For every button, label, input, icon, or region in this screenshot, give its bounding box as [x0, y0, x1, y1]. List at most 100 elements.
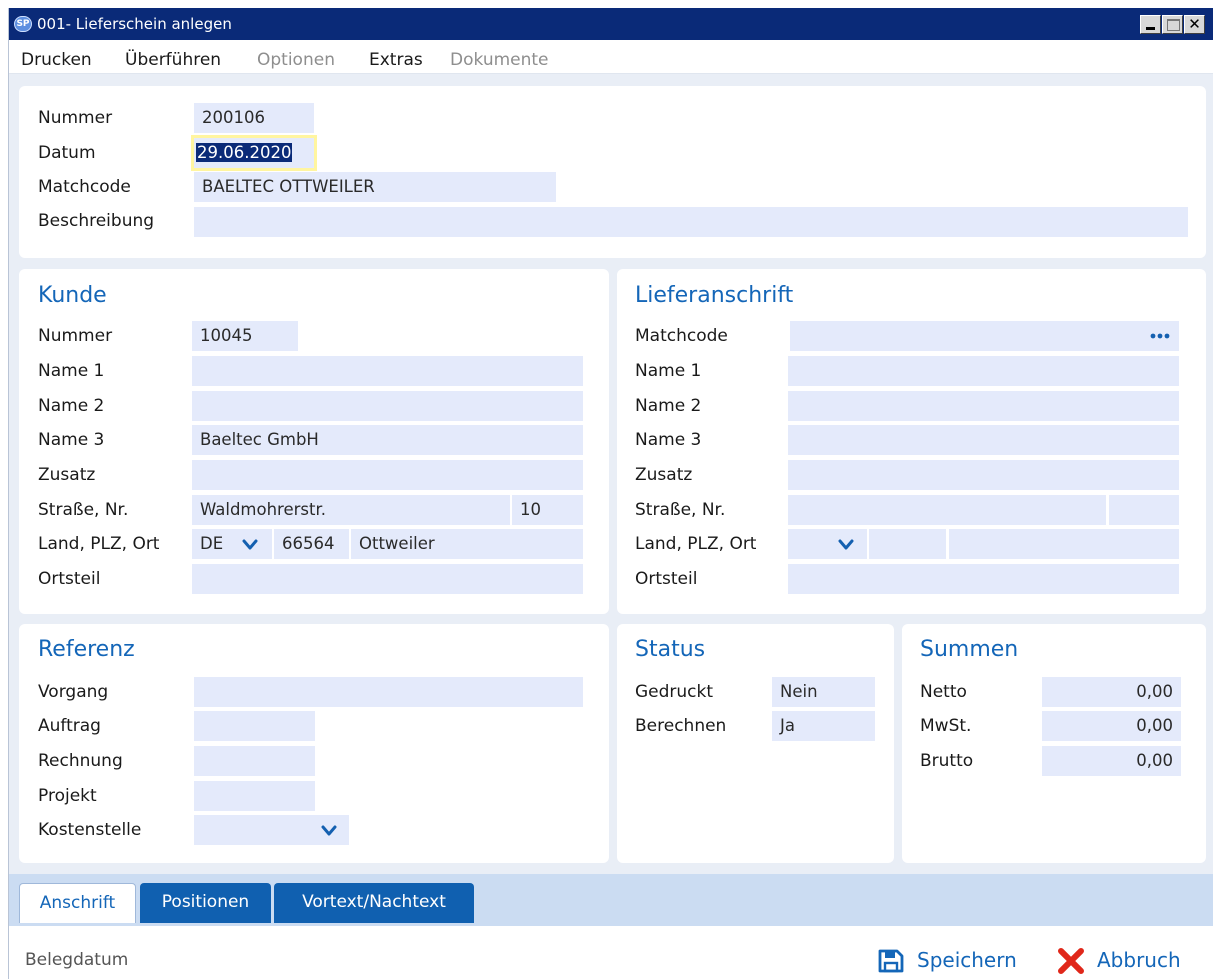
lief-zusatz-input[interactable]	[788, 460, 1179, 490]
lief-name2-label: Name 2	[635, 396, 702, 416]
matchcode-label: Matchcode	[38, 177, 131, 197]
gedruckt-label: Gedruckt	[635, 682, 714, 702]
save-label: Speichern	[917, 948, 1017, 972]
kostenstelle-select[interactable]	[194, 815, 349, 845]
kunde-nummer-field[interactable]: 10045	[192, 321, 298, 351]
kunde-plz-input[interactable]: 66564	[274, 529, 349, 559]
referenz-panel: Referenz Vorgang Auftrag Rechnung Projek…	[19, 624, 609, 863]
more-dots-icon[interactable]	[1149, 327, 1171, 341]
referenz-title: Referenz	[38, 637, 135, 662]
close-icon: ✕	[1188, 15, 1201, 33]
berechnen-label: Berechnen	[635, 716, 727, 736]
close-window-button[interactable]: ✕	[1184, 15, 1205, 34]
main-window: SP 001- Lieferschein anlegen ✕ Drucken Ü…	[8, 8, 1213, 979]
lief-name3-label: Name 3	[635, 430, 702, 450]
header-panel: Nummer 200106 Datum 29.06.2020 Matchcode…	[19, 86, 1206, 258]
kunde-ortsteil-label: Ortsteil	[38, 569, 101, 589]
minimize-button[interactable]	[1140, 15, 1161, 34]
lief-land-select[interactable]	[788, 529, 867, 559]
mwst-label: MwSt.	[920, 716, 972, 736]
lief-name3-input[interactable]	[788, 425, 1179, 455]
matchcode-input[interactable]: BAELTEC OTTWEILER	[194, 172, 556, 202]
lief-ort-input[interactable]	[949, 529, 1179, 559]
brutto-label: Brutto	[920, 751, 974, 771]
lief-strasse-input[interactable]	[788, 495, 1106, 525]
maximize-button[interactable]	[1162, 15, 1183, 34]
kunde-title: Kunde	[38, 283, 107, 308]
lief-matchcode-input[interactable]	[790, 321, 1179, 351]
kunde-name1-label: Name 1	[38, 361, 105, 381]
belegnummer-field: 200106	[194, 103, 314, 133]
beschreibung-label: Beschreibung	[38, 211, 155, 231]
lief-name1-input[interactable]	[788, 356, 1179, 386]
kunde-strasse-label: Straße, Nr.	[38, 500, 129, 520]
auftrag-input[interactable]	[194, 711, 315, 741]
beschreibung-input[interactable]	[194, 207, 1188, 237]
tab-anschrift[interactable]: Anschrift	[19, 883, 136, 923]
cancel-button[interactable]: Abbruch	[1057, 947, 1197, 975]
tab-positionen[interactable]: Positionen	[140, 883, 271, 923]
kunde-name3-label: Name 3	[38, 430, 105, 450]
kunde-land-select[interactable]: DE	[192, 529, 272, 559]
save-button[interactable]: Speichern	[877, 947, 1037, 975]
menu-ueberfuehren[interactable]: Überführen	[125, 50, 221, 70]
status-panel: Status Gedruckt Nein Berechnen Ja	[617, 624, 894, 863]
mwst-value: 0,00	[1042, 711, 1181, 741]
chevron-down-icon	[321, 825, 337, 836]
kunde-name3-input[interactable]: Baeltec GmbH	[192, 425, 583, 455]
kunde-ort-input[interactable]: Ottweiler	[351, 529, 583, 559]
status-text: Belegdatum	[25, 950, 129, 970]
footer-bar: Belegdatum Speichern Abbruch	[9, 926, 1213, 979]
lief-hausnr-input[interactable]	[1109, 495, 1179, 525]
kunde-land-label: Land, PLZ, Ort	[38, 534, 160, 554]
kunde-ortsteil-input[interactable]	[192, 564, 583, 594]
projekt-label: Projekt	[38, 786, 97, 806]
datum-input[interactable]: 29.06.2020	[191, 135, 317, 171]
cancel-label: Abbruch	[1097, 948, 1181, 972]
close-x-icon	[1058, 948, 1084, 974]
lief-ortsteil-input[interactable]	[788, 564, 1179, 594]
auftrag-label: Auftrag	[38, 716, 101, 736]
rechnung-input[interactable]	[194, 746, 315, 776]
kunde-land-value: DE	[200, 534, 224, 553]
kunde-nummer-label: Nummer	[38, 326, 113, 346]
brutto-value: 0,00	[1042, 746, 1181, 776]
lieferanschrift-panel: Lieferanschrift Matchcode Name 1 Name 2 …	[617, 269, 1206, 614]
netto-label: Netto	[920, 682, 967, 702]
chevron-down-icon	[242, 539, 258, 550]
menu-drucken[interactable]: Drucken	[21, 50, 92, 70]
lief-name2-input[interactable]	[788, 391, 1179, 421]
tab-vortext-nachtext[interactable]: Vortext/Nachtext	[274, 883, 474, 923]
kostenstelle-label: Kostenstelle	[38, 820, 142, 840]
kunde-name1-input[interactable]	[192, 356, 583, 386]
gedruckt-field: Nein	[772, 677, 875, 707]
berechnen-field[interactable]: Ja	[772, 711, 875, 741]
title-bar: SP 001- Lieferschein anlegen ✕	[9, 8, 1213, 40]
kunde-hausnr-input[interactable]: 10	[512, 495, 583, 525]
kunde-zusatz-label: Zusatz	[38, 465, 96, 485]
kunde-name2-input[interactable]	[192, 391, 583, 421]
datum-label: Datum	[38, 143, 96, 163]
projekt-input[interactable]	[194, 781, 315, 811]
floppy-disk-icon	[878, 949, 904, 973]
kunde-strasse-input[interactable]: Waldmohrerstr.	[192, 495, 510, 525]
nummer-label: Nummer	[38, 108, 113, 128]
chevron-down-icon	[838, 539, 854, 550]
lief-matchcode-label: Matchcode	[635, 326, 728, 346]
lief-zusatz-label: Zusatz	[635, 465, 693, 485]
menu-extras[interactable]: Extras	[369, 50, 423, 70]
lief-plz-input[interactable]	[869, 529, 946, 559]
window-title: 001- Lieferschein anlegen	[37, 15, 232, 33]
kunde-zusatz-input[interactable]	[192, 460, 583, 490]
lief-strasse-label: Straße, Nr.	[635, 500, 726, 520]
menu-bar: Drucken Überführen Optionen Extras Dokum…	[9, 40, 1213, 74]
lief-land-label: Land, PLZ, Ort	[635, 534, 757, 554]
rechnung-label: Rechnung	[38, 751, 123, 771]
status-title: Status	[635, 637, 706, 662]
summen-title: Summen	[920, 637, 1019, 662]
vorgang-input[interactable]	[194, 677, 583, 707]
lief-ortsteil-label: Ortsteil	[635, 569, 698, 589]
lieferanschrift-title: Lieferanschrift	[635, 283, 794, 308]
menu-optionen: Optionen	[257, 50, 335, 70]
netto-value: 0,00	[1042, 677, 1181, 707]
